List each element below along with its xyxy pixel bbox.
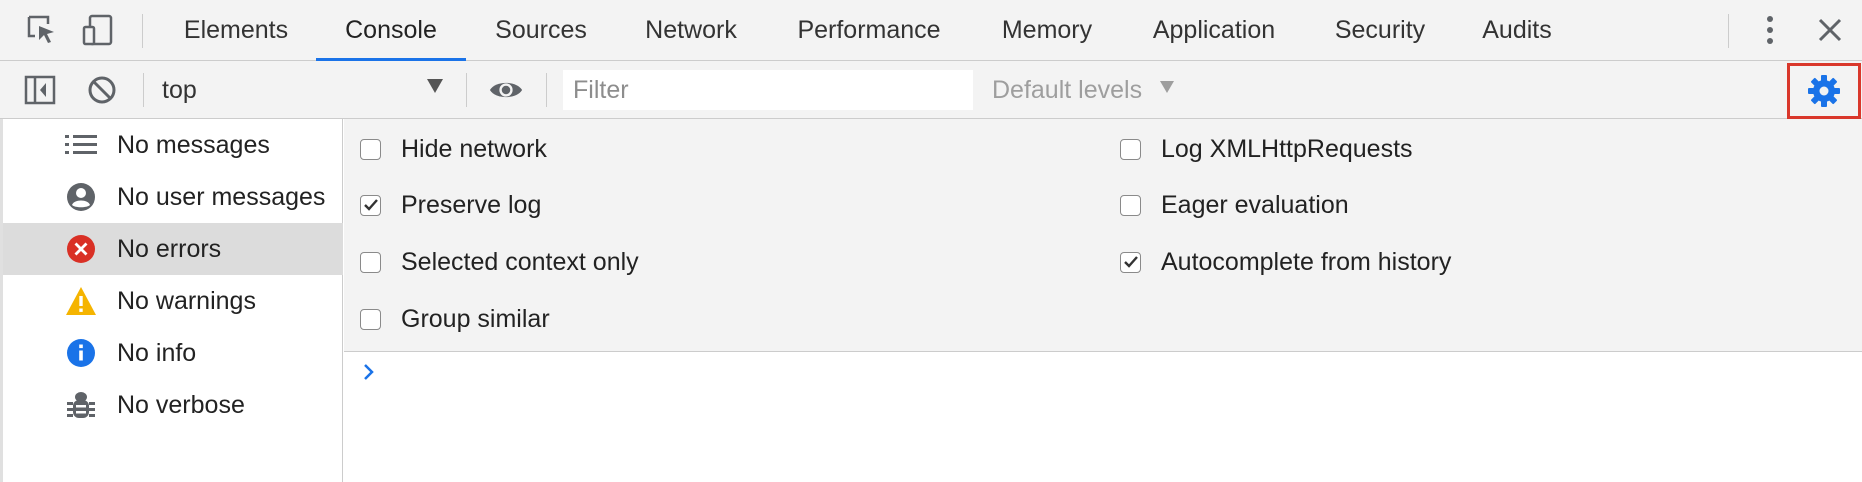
filter-input[interactable]	[563, 70, 973, 110]
chevron-right-icon	[362, 362, 376, 387]
setting-hide-network[interactable]: Hide network	[360, 129, 547, 169]
checkbox[interactable]	[360, 308, 381, 330]
setting-label: Eager evaluation	[1161, 190, 1349, 219]
console-toolbar: top Default levels	[0, 61, 1862, 119]
sidebar-item-label: No verbose	[117, 391, 245, 419]
sidebar-item-messages[interactable]: No messages	[3, 119, 343, 171]
setting-preserve-log[interactable]: Preserve log	[360, 185, 541, 225]
inspect-element-icon[interactable]	[24, 12, 60, 48]
sidebar-item-warnings[interactable]: No warnings	[3, 275, 343, 327]
context-selector[interactable]: top	[162, 61, 197, 119]
setting-eager-evaluation[interactable]: Eager evaluation	[1120, 185, 1349, 225]
sidebar-item-label: No warnings	[117, 287, 256, 315]
setting-selected-context-only[interactable]: Selected context only	[360, 242, 639, 282]
toolbar-divider	[546, 73, 547, 107]
checkbox-checked[interactable]	[360, 194, 381, 216]
list-icon	[65, 129, 97, 161]
dropdown-arrow-icon[interactable]	[1160, 81, 1174, 93]
toolbar-divider	[143, 73, 144, 107]
toolbar-divider	[142, 14, 143, 48]
close-icon[interactable]	[1812, 12, 1848, 48]
tab-console[interactable]: Console	[328, 0, 454, 61]
tab-sources[interactable]: Sources	[490, 0, 592, 61]
checkbox[interactable]	[1120, 194, 1141, 216]
tab-application[interactable]: Application	[1146, 0, 1282, 61]
bug-icon	[65, 389, 97, 421]
sidebar-item-label: No errors	[117, 235, 222, 263]
tab-elements[interactable]: Elements	[176, 0, 296, 61]
dropdown-arrow-icon[interactable]	[427, 79, 443, 93]
console-settings-button[interactable]	[1787, 63, 1861, 119]
checkbox[interactable]	[360, 138, 381, 160]
toolbar-divider	[466, 73, 467, 107]
tab-memory[interactable]: Memory	[996, 0, 1098, 61]
setting-label: Autocomplete from history	[1161, 247, 1452, 276]
eye-icon[interactable]	[488, 72, 524, 108]
setting-label: Log XMLHttpRequests	[1161, 134, 1413, 163]
console-output[interactable]	[344, 352, 1862, 482]
setting-label: Hide network	[401, 134, 547, 163]
sidebar-item-label: No user messages	[117, 183, 326, 211]
error-icon	[65, 233, 97, 265]
sidebar-item-info[interactable]: No info	[3, 327, 343, 379]
checkbox[interactable]	[360, 251, 381, 273]
checkbox[interactable]	[1120, 138, 1141, 160]
tab-performance[interactable]: Performance	[790, 0, 948, 61]
setting-label: Preserve log	[401, 190, 542, 219]
tab-audits[interactable]: Audits	[1476, 0, 1558, 61]
setting-log-xmlhttprequests[interactable]: Log XMLHttpRequests	[1120, 129, 1413, 169]
checkmark-icon	[363, 199, 378, 211]
sidebar-item-verbose[interactable]: No verbose	[3, 379, 343, 431]
gear-icon	[1808, 75, 1840, 107]
tab-network[interactable]: Network	[638, 0, 744, 61]
sidebar-item-errors[interactable]: No errors	[3, 223, 343, 275]
log-levels-dropdown[interactable]: Default levels	[992, 61, 1142, 119]
sidebar-toggle-icon[interactable]	[22, 72, 58, 108]
clear-console-icon[interactable]	[84, 72, 120, 108]
console-sidebar: No messages No user messages No errors N…	[0, 119, 343, 482]
checkmark-icon	[1123, 256, 1138, 268]
user-icon	[65, 181, 97, 213]
warning-icon	[65, 285, 97, 317]
checkbox-checked[interactable]	[1120, 251, 1141, 273]
setting-label: Selected context only	[401, 247, 639, 276]
tab-security[interactable]: Security	[1330, 0, 1430, 61]
devtools-tab-bar: Elements Console Sources Network Perform…	[0, 0, 1862, 61]
more-options-icon[interactable]	[1752, 12, 1788, 48]
setting-label: Group similar	[401, 304, 550, 333]
toolbar-divider	[1728, 14, 1729, 48]
setting-group-similar[interactable]: Group similar	[360, 299, 550, 339]
setting-autocomplete-from-history[interactable]: Autocomplete from history	[1120, 242, 1451, 282]
device-toolbar-icon[interactable]	[80, 12, 116, 48]
info-icon	[65, 337, 97, 369]
sidebar-item-label: No messages	[117, 131, 270, 159]
sidebar-item-label: No info	[117, 339, 197, 367]
console-settings-panel: Hide network Preserve log Selected conte…	[344, 119, 1862, 352]
sidebar-item-user-messages[interactable]: No user messages	[3, 171, 343, 223]
